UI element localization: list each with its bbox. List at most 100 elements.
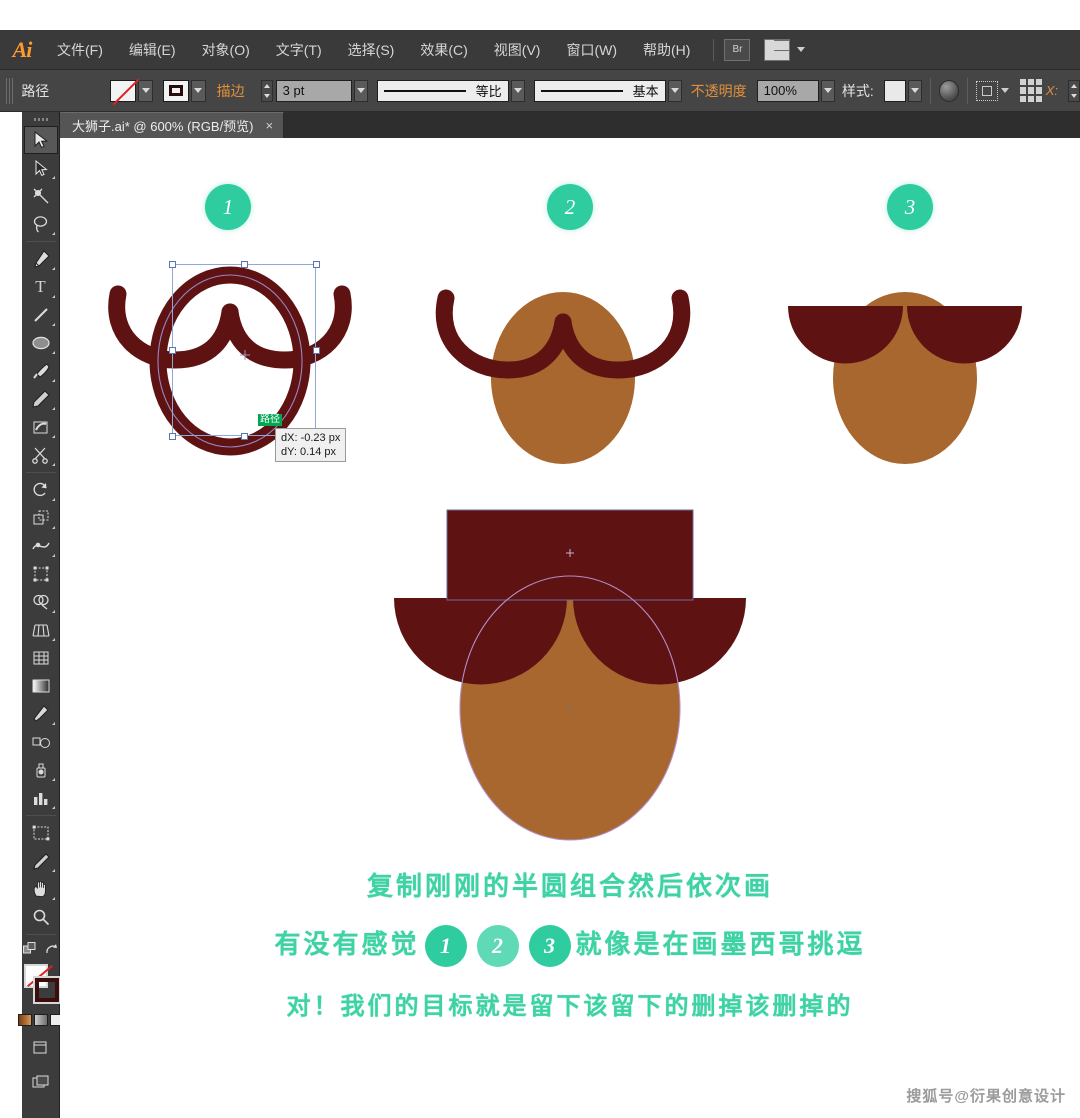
menu-edit[interactable]: 编辑(E) xyxy=(116,30,189,70)
stroke-color-swatch-icon[interactable] xyxy=(35,978,59,1002)
artboard-tool[interactable] xyxy=(24,819,58,847)
color-mode-buttons xyxy=(18,1014,64,1026)
control-bar-divider-2 xyxy=(967,78,968,104)
toolbox-panel: T xyxy=(22,112,60,1118)
smart-guide-label: 路径 xyxy=(258,414,282,426)
mesh-tool[interactable] xyxy=(24,644,58,672)
recolor-artwork-icon[interactable] xyxy=(939,80,959,102)
menu-window[interactable]: 窗口(W) xyxy=(553,30,630,70)
perspective-grid-tool[interactable] xyxy=(24,616,58,644)
menu-select[interactable]: 选择(S) xyxy=(335,30,408,70)
selection-handle-tr[interactable] xyxy=(313,261,320,268)
symbol-sprayer-tool[interactable] xyxy=(24,756,58,784)
x-coordinate-label: X: xyxy=(1046,83,1058,98)
pen-tool[interactable] xyxy=(24,245,58,273)
bridge-icon[interactable]: Br xyxy=(724,39,750,61)
brush-definition-dropdown-icon[interactable] xyxy=(668,80,682,102)
graphic-style-dropdown-icon[interactable] xyxy=(908,80,922,102)
opacity-dropdown-icon[interactable] xyxy=(821,80,835,102)
graphic-style-swatch[interactable] xyxy=(884,80,906,102)
gradient-swatch-icon[interactable] xyxy=(34,1014,48,1026)
stroke-weight-input[interactable]: 3 pt xyxy=(276,80,352,102)
selection-handle-mr[interactable] xyxy=(313,347,320,354)
stroke-profile-line-icon xyxy=(384,90,466,92)
color-swatch-icon[interactable] xyxy=(18,1014,32,1026)
stroke-color-control[interactable] xyxy=(163,80,206,102)
app-logo-icon[interactable]: Ai xyxy=(0,30,44,70)
menu-file[interactable]: 文件(F) xyxy=(44,30,116,70)
transform-panel-button[interactable] xyxy=(976,81,1009,101)
stroke-weight-dropdown-icon[interactable] xyxy=(354,80,368,102)
center-point-icon xyxy=(238,348,252,362)
document-tab[interactable]: 大狮子.ai* @ 600% (RGB/预览) × xyxy=(60,112,284,138)
type-tool[interactable]: T xyxy=(24,273,58,301)
selection-handle-bl[interactable] xyxy=(169,433,176,440)
eyedropper-tool[interactable] xyxy=(24,700,58,728)
zoom-tool[interactable] xyxy=(24,903,58,931)
magic-wand-tool[interactable] xyxy=(24,182,58,210)
control-bar-grip[interactable] xyxy=(6,78,13,104)
scale-tool[interactable] xyxy=(24,504,58,532)
menu-view[interactable]: 视图(V) xyxy=(481,30,554,70)
menu-divider xyxy=(713,39,714,61)
caption-line2-after: 就像是在画墨西哥挑逗 xyxy=(576,930,866,960)
paintbrush-tool[interactable] xyxy=(24,357,58,385)
change-screen-mode-tool[interactable] xyxy=(24,1034,58,1062)
reference-point-selector[interactable] xyxy=(1020,79,1042,103)
ellipse-tool[interactable] xyxy=(24,329,58,357)
artboard-canvas[interactable]: 1 2 3 路径 dX: -0.23 px xyxy=(60,138,1080,1118)
fill-stroke-indicator[interactable] xyxy=(23,964,59,1008)
direct-selection-tool[interactable] xyxy=(24,154,58,182)
selection-handle-bc[interactable] xyxy=(241,433,248,440)
menu-object[interactable]: 对象(O) xyxy=(189,30,263,70)
fill-swatch-none-icon[interactable] xyxy=(110,80,136,102)
menu-effect[interactable]: 效果(C) xyxy=(407,30,480,70)
pencil-tool[interactable] xyxy=(24,385,58,413)
opacity-label[interactable]: 不透明度 xyxy=(691,81,747,101)
caption-line2-before: 有没有感觉 xyxy=(274,930,419,960)
free-transform-tool[interactable] xyxy=(24,560,58,588)
selection-handle-tc[interactable] xyxy=(241,261,248,268)
column-graph-tool[interactable] xyxy=(24,784,58,812)
step3-artwork[interactable] xyxy=(760,268,1050,478)
opacity-input[interactable]: 100% xyxy=(757,80,819,102)
drawing-mode-tool[interactable] xyxy=(24,1068,58,1096)
stroke-profile-select[interactable]: 等比 xyxy=(377,80,509,102)
brush-definition-select[interactable]: 基本 xyxy=(534,80,666,102)
caption-line-3: 对！我们的目标就是留下该留下的删掉该删掉的 xyxy=(60,986,1080,1021)
line-segment-tool[interactable] xyxy=(24,301,58,329)
selection-handle-tl[interactable] xyxy=(169,261,176,268)
slice-tool[interactable] xyxy=(24,847,58,875)
stroke-swatch-icon[interactable] xyxy=(163,80,189,102)
fill-stroke-swap-icon[interactable] xyxy=(22,938,39,960)
default-colors-icon[interactable] xyxy=(43,938,60,960)
stroke-weight-stepper[interactable] xyxy=(261,80,273,102)
fill-color-control[interactable] xyxy=(110,80,153,102)
close-icon[interactable]: × xyxy=(266,118,274,133)
hand-tool[interactable] xyxy=(24,875,58,903)
menu-type[interactable]: 文字(T) xyxy=(263,30,335,70)
shape-builder-tool[interactable] xyxy=(24,588,58,616)
arrange-documents-button[interactable] xyxy=(764,39,805,61)
stroke-weight-label[interactable]: 描边 xyxy=(217,81,245,101)
control-bar: 路径 描边 3 pt 等比 基本 不透明度 100% xyxy=(0,70,1080,112)
brush-definition-value: 基本 xyxy=(633,81,659,100)
selection-handle-ml[interactable] xyxy=(169,347,176,354)
menu-help[interactable]: 帮助(H) xyxy=(630,30,703,70)
step2-artwork[interactable] xyxy=(418,268,708,478)
scissors-tool[interactable] xyxy=(24,441,58,469)
toolbox-collapse-handle[interactable] xyxy=(22,112,59,126)
final-composite-artwork[interactable] xyxy=(370,498,770,868)
selection-tool[interactable] xyxy=(24,126,58,154)
width-tool[interactable] xyxy=(24,532,58,560)
x-coordinate-stepper[interactable] xyxy=(1068,80,1080,102)
stroke-dropdown-arrow-icon[interactable] xyxy=(191,80,206,102)
gradient-tool[interactable] xyxy=(24,672,58,700)
brush-definition-line-icon xyxy=(541,90,623,92)
blob-brush-tool[interactable] xyxy=(24,413,58,441)
lasso-tool[interactable] xyxy=(24,210,58,238)
rotate-tool[interactable] xyxy=(24,476,58,504)
fill-dropdown-arrow-icon[interactable] xyxy=(138,80,153,102)
stroke-profile-dropdown-icon[interactable] xyxy=(511,80,525,102)
blend-tool[interactable] xyxy=(24,728,58,756)
